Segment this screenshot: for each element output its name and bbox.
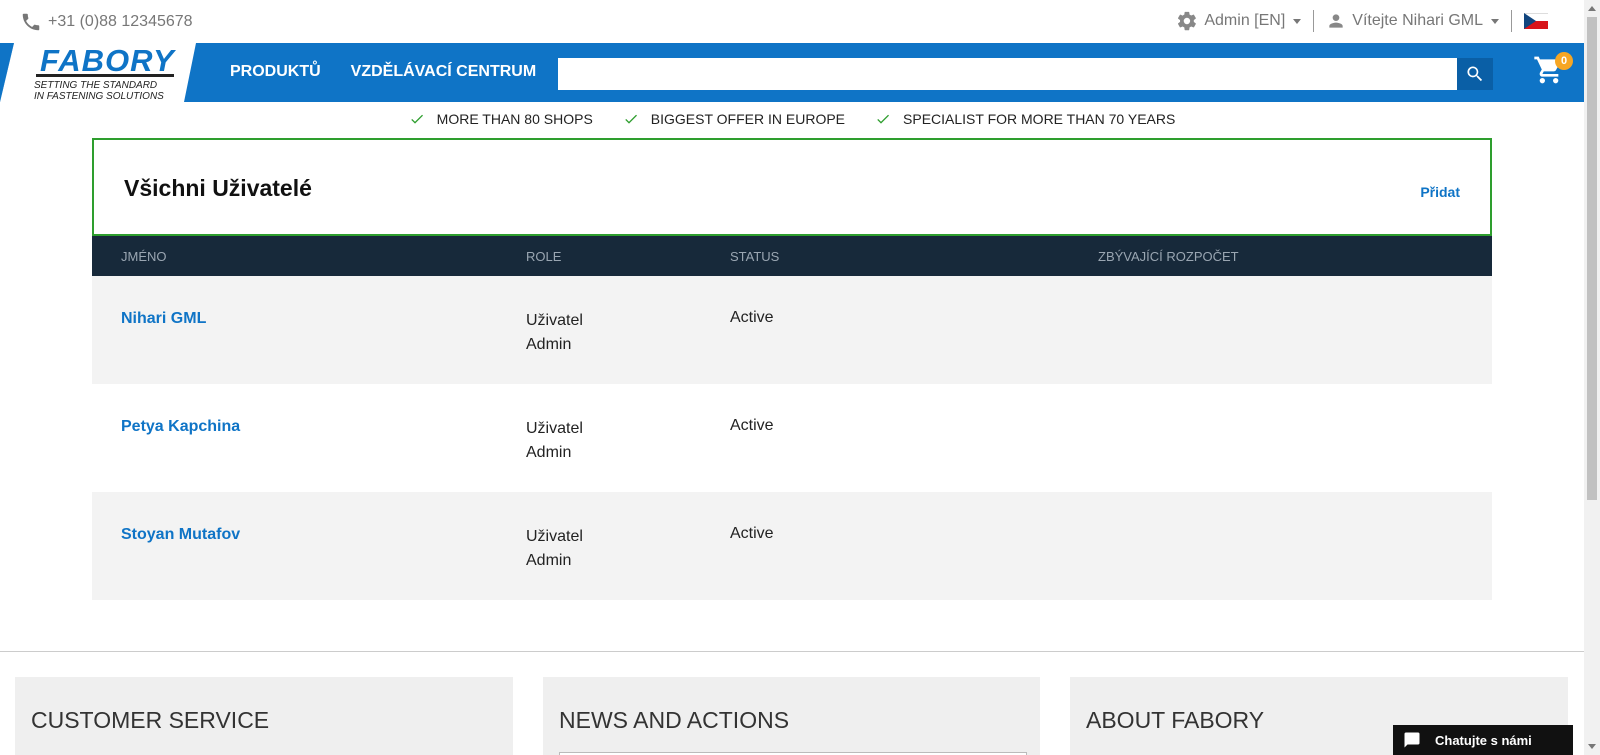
users-panel-header: Všichni Uživatelé Přidat xyxy=(92,138,1492,236)
footer-heading: CUSTOMER SERVICE xyxy=(31,707,270,733)
czech-flag-icon xyxy=(1524,13,1548,29)
logo-tagline-line-1: SETTING THE STANDARD xyxy=(34,80,158,91)
chat-widget-button[interactable]: Chatujte s námi xyxy=(1393,725,1573,755)
chat-label: Chatujte s námi xyxy=(1435,732,1532,748)
search-icon xyxy=(1467,66,1483,82)
footer-heading: NEWS AND ACTIONS xyxy=(559,707,790,733)
user-role-line: Uživatel xyxy=(526,312,583,329)
user-role-line: Uživatel xyxy=(526,528,583,545)
user-icon xyxy=(1329,14,1343,28)
user-name-link[interactable]: Petya Kapchina xyxy=(121,418,240,436)
column-header-name[interactable]: JMÉNO xyxy=(121,249,167,264)
user-status: Active xyxy=(730,417,774,434)
user-role: Uživatel Admin xyxy=(526,417,583,465)
add-user-button[interactable]: Přidat xyxy=(1420,184,1460,200)
cart-count-badge: 0 xyxy=(1555,52,1573,70)
scroll-down-icon[interactable] xyxy=(1588,744,1596,749)
user-role: Uživatel Admin xyxy=(526,309,583,357)
user-dropdown[interactable]: Vítejte Nihari GML xyxy=(1314,11,1511,31)
checkmark-icon xyxy=(410,114,423,124)
user-role-line: Admin xyxy=(526,444,572,461)
scroll-up-icon[interactable] xyxy=(1588,6,1596,11)
footer-divider xyxy=(0,651,1584,652)
scroll-thumb[interactable] xyxy=(1587,17,1597,500)
footer-column-customer-service: CUSTOMER SERVICE xyxy=(15,677,513,755)
page-title: Všichni Uživatelé xyxy=(124,175,312,201)
usp-strip: MORE THAN 80 SHOPS BIGGEST OFFER IN EURO… xyxy=(0,104,1584,134)
footer-column-news: NEWS AND ACTIONS xyxy=(543,677,1040,755)
usp-label: BIGGEST OFFER IN EUROPE xyxy=(650,111,846,127)
checkmark-icon xyxy=(625,114,637,124)
logo-tagline: SETTING THE STANDARD IN FASTENING SOLUTI… xyxy=(34,80,164,102)
column-header-role[interactable]: ROLE xyxy=(526,249,561,264)
table-row: Nihari GML Uživatel Admin Active xyxy=(92,276,1492,384)
search-button[interactable] xyxy=(1457,58,1493,90)
chevron-down-icon xyxy=(1491,18,1499,24)
user-role-line: Admin xyxy=(526,552,572,569)
usp-item: SPECIALIST FOR MORE THAN 70 YEARS xyxy=(875,111,1175,127)
country-selector[interactable] xyxy=(1512,13,1560,29)
user-name-link[interactable]: Nihari GML xyxy=(121,310,206,328)
usp-item: MORE THAN 80 SHOPS xyxy=(409,111,593,127)
logo[interactable]: FABORY SETTING THE STANDARD IN FASTENING… xyxy=(0,43,196,102)
user-role-line: Uživatel xyxy=(526,420,583,437)
search-input[interactable] xyxy=(558,58,1457,90)
user-role-line: Admin xyxy=(526,336,572,353)
nav-products[interactable]: PRODUKTŮ xyxy=(230,63,321,81)
usp-label: MORE THAN 80 SHOPS xyxy=(436,111,593,127)
logo-tagline-line-2: IN FASTENING SOLUTIONS xyxy=(34,91,164,102)
table-row: Stoyan Mutafov Uživatel Admin Active xyxy=(92,492,1492,600)
phone-number: +31 (0)88 12345678 xyxy=(48,13,193,30)
gear-icon xyxy=(1178,11,1197,31)
account-menu: Admin [EN] Vítejte Nihari GML xyxy=(1164,9,1560,33)
welcome-label: Vítejte Nihari GML xyxy=(1352,12,1483,29)
user-role: Uživatel Admin xyxy=(526,525,583,573)
phone-icon xyxy=(22,13,40,31)
user-name-link[interactable]: Stoyan Mutafov xyxy=(121,526,240,544)
usp-label: SPECIALIST FOR MORE THAN 70 YEARS xyxy=(903,111,1176,127)
admin-language-label: Admin [EN] xyxy=(1204,12,1286,29)
admin-language-dropdown[interactable]: Admin [EN] xyxy=(1164,10,1313,32)
column-header-remaining-budget[interactable]: ZBÝVAJÍCÍ ROZPOČET xyxy=(1098,249,1239,264)
column-header-status[interactable]: STATUS xyxy=(730,249,779,264)
logo-underline xyxy=(36,74,174,77)
search-bar xyxy=(558,58,1493,90)
main-nav: PRODUKTŮ VZDĚLÁVACÍ CENTRUM xyxy=(230,63,536,81)
users-table: JMÉNO ROLE STATUS ZBÝVAJÍCÍ ROZPOČET Nih… xyxy=(92,236,1492,600)
table-row: Petya Kapchina Uživatel Admin Active xyxy=(92,384,1492,492)
phone-contact[interactable]: +31 (0)88 12345678 xyxy=(20,11,193,33)
nav-learning-center[interactable]: VZDĚLÁVACÍ CENTRUM xyxy=(351,63,536,81)
table-header: JMÉNO ROLE STATUS ZBÝVAJÍCÍ ROZPOČET xyxy=(92,236,1492,276)
cart-button[interactable]: 0 xyxy=(1533,52,1573,88)
footer-heading: ABOUT FABORY xyxy=(1086,707,1265,733)
user-status: Active xyxy=(730,525,774,542)
main-header: FABORY SETTING THE STANDARD IN FASTENING… xyxy=(0,43,1584,102)
usp-item: BIGGEST OFFER IN EUROPE xyxy=(623,111,845,127)
utility-bar: +31 (0)88 12345678 Admin [EN] Vítejte Ni… xyxy=(0,0,1584,43)
user-status: Active xyxy=(730,309,774,326)
checkmark-icon xyxy=(877,114,890,124)
page-scrollbar[interactable] xyxy=(1584,0,1600,755)
chevron-down-icon xyxy=(1293,18,1302,24)
chat-bubble-icon xyxy=(1404,732,1420,748)
